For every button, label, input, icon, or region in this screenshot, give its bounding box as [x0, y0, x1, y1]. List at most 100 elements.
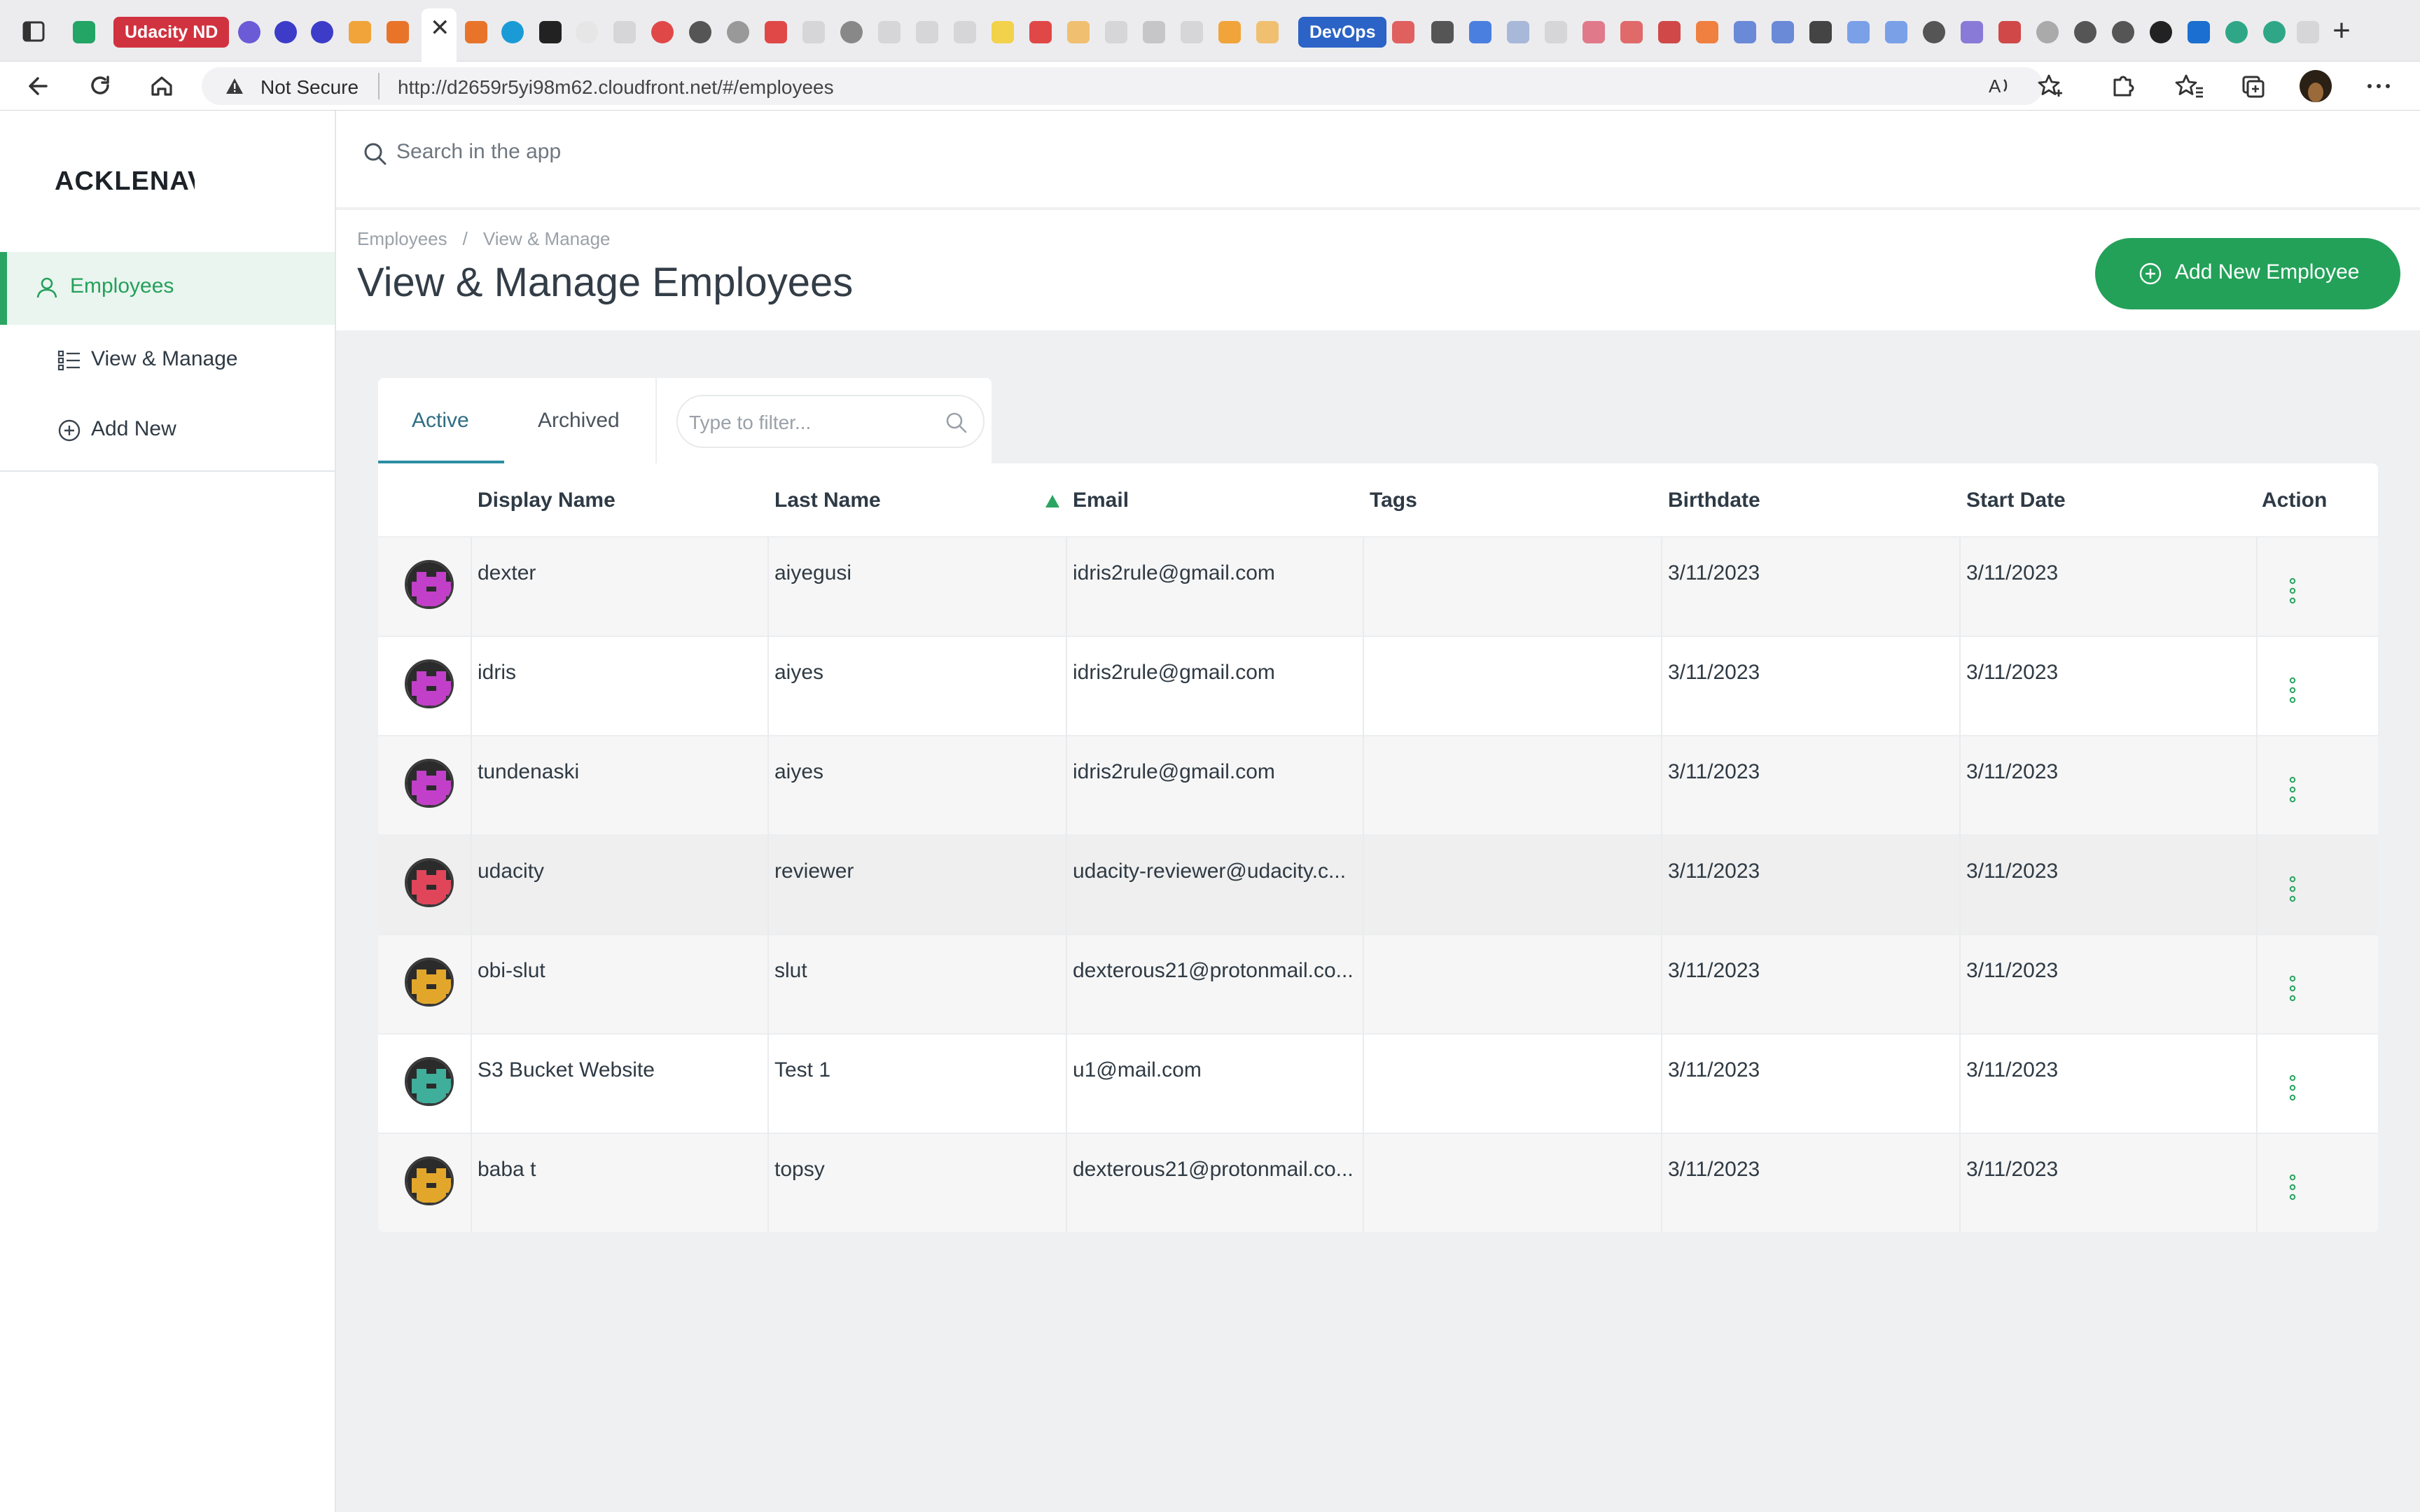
table-row[interactable]: tundenaski aiyes idris2rule@gmail.com 3/11/… [378, 736, 2378, 836]
tab-archived[interactable]: Archived [511, 378, 651, 463]
sidebar-toggle-icon[interactable] [22, 21, 45, 42]
aws-tab-icon[interactable] [1218, 21, 1241, 43]
sort-ascending-icon[interactable] [1045, 494, 1060, 508]
udacity-tab-icon[interactable] [501, 21, 524, 43]
tab-icon[interactable] [1847, 21, 1870, 43]
new-tab-button[interactable]: + [2328, 15, 2356, 46]
github-tab-icon[interactable] [689, 21, 711, 43]
github-tab-icon[interactable] [2112, 21, 2134, 43]
tab-icon[interactable] [1696, 21, 1718, 43]
document-tab-icon[interactable] [802, 21, 825, 43]
gmail-tab-icon[interactable] [1392, 21, 1414, 43]
tab-icon[interactable] [1998, 21, 2021, 43]
tab-icon[interactable] [1620, 21, 1643, 43]
avatar[interactable] [405, 560, 454, 609]
tab-icon[interactable] [1431, 21, 1454, 43]
document-tab-icon[interactable] [1181, 21, 1203, 43]
extensions-icon[interactable] [2106, 70, 2139, 102]
table-row[interactable]: idris aiyes idris2rule@gmail.com 3/11/2023 3… [378, 637, 2378, 736]
document-tab-icon[interactable] [1105, 21, 1127, 43]
table-row[interactable]: S3 Bucket Website Test 1 u1@mail.com 3/11/2… [378, 1035, 2378, 1134]
profile-avatar[interactable] [2300, 70, 2332, 102]
udacity-tab-icon[interactable] [311, 21, 333, 43]
warning-icon[interactable] [225, 78, 244, 94]
row-actions-kebab-icon[interactable] [2288, 577, 2297, 605]
document-tab-icon[interactable] [916, 21, 938, 43]
column-header-birthdate[interactable]: Birthdate [1668, 489, 1760, 512]
table-row[interactable]: udacity reviewer udacity-reviewer@udacity.… [378, 836, 2378, 935]
favorite-add-icon[interactable] [2035, 70, 2067, 102]
udacity-tab-group[interactable]: Udacity ND [113, 17, 230, 48]
tab-icon[interactable] [1885, 21, 1907, 43]
avatar[interactable] [405, 1156, 454, 1205]
more-options-icon[interactable] [2363, 70, 2395, 102]
record-tab-icon[interactable] [651, 21, 674, 43]
reload-icon[interactable] [84, 70, 116, 102]
udacity-tab-icon[interactable] [274, 21, 297, 43]
avatar[interactable] [405, 659, 454, 708]
devops-tab-group[interactable]: DevOps [1298, 17, 1387, 48]
table-row[interactable]: baba t topsy dexterous21@protonmail.co... 3… [378, 1134, 2378, 1232]
settings-tab-icon[interactable] [2036, 21, 2059, 43]
tab-icon[interactable] [1772, 21, 1794, 43]
search-icon[interactable] [944, 410, 969, 435]
sidebar-item-view-manage[interactable]: View & Manage [0, 325, 335, 398]
tab-icon[interactable] [1256, 21, 1279, 43]
avatar[interactable] [405, 858, 454, 907]
chatgpt-tab-icon[interactable] [2263, 21, 2286, 43]
filter-input[interactable]: Type to filter... [676, 395, 985, 448]
avatar[interactable] [405, 958, 454, 1007]
avatar[interactable] [405, 759, 454, 808]
app-search-bar[interactable]: Search in the app [336, 111, 2420, 209]
aws-tab-icon[interactable] [465, 21, 487, 43]
row-actions-kebab-icon[interactable] [2288, 1173, 2297, 1201]
document-tab-icon[interactable] [878, 21, 900, 43]
breadcrumb-item-employees[interactable]: Employees [357, 228, 447, 249]
column-header-display-name[interactable]: Display Name [478, 489, 616, 512]
tab-icon[interactable] [840, 21, 863, 43]
collections-icon[interactable] [2237, 70, 2269, 102]
tab-icon[interactable] [1734, 21, 1756, 43]
row-actions-kebab-icon[interactable] [2288, 974, 2297, 1002]
aws-tab-icon[interactable] [349, 21, 371, 43]
column-header-start-date[interactable]: Start Date [1966, 489, 2066, 512]
tab-icon[interactable] [1658, 21, 1681, 43]
row-actions-kebab-icon[interactable] [2288, 875, 2297, 903]
add-new-employee-button[interactable]: Add New Employee [2095, 238, 2400, 309]
terminal-tab-icon[interactable] [1809, 21, 1832, 43]
tab-icon[interactable] [1067, 21, 1090, 43]
close-tab-icon[interactable]: ✕ [430, 15, 450, 41]
aws-tab-icon[interactable] [387, 21, 409, 43]
youtube-tab-icon[interactable] [1029, 21, 1052, 43]
table-row[interactable]: obi-slut slut dexterous21@protonmail.co...… [378, 935, 2378, 1035]
company-logo[interactable]: ACKLENAVENUE [55, 167, 195, 197]
url-text[interactable]: http://d2659r5yi98m62.cloudfront.net/#/e… [398, 76, 834, 99]
back-arrow-icon[interactable] [22, 70, 55, 102]
address-bar[interactable]: Not Secure http://d2659r5yi98m62.cloudfr… [202, 67, 2043, 105]
document-tab-icon[interactable] [1545, 21, 1567, 43]
tab-icon[interactable] [1507, 21, 1529, 43]
docs-tab-icon[interactable] [1469, 21, 1491, 43]
document-tab-icon[interactable] [954, 21, 976, 43]
github-tab-icon[interactable] [2074, 21, 2096, 43]
udacity-tab-icon[interactable] [238, 21, 260, 43]
tab-icon[interactable] [1583, 21, 1605, 43]
read-aloud-icon[interactable]: A [1983, 70, 2015, 102]
search-input[interactable]: Search in the app [396, 140, 561, 164]
not-secure-label[interactable]: Not Secure [260, 76, 359, 99]
tab-icon[interactable] [727, 21, 749, 43]
chatgpt-tab-icon[interactable] [2225, 21, 2248, 43]
tab-icon[interactable] [992, 21, 1014, 43]
document-tab-icon[interactable] [613, 21, 636, 43]
tab-icon[interactable] [1961, 21, 1983, 43]
row-actions-kebab-icon[interactable] [2288, 676, 2297, 704]
sidebar-item-add-new[interactable]: Add New [0, 395, 335, 468]
row-actions-kebab-icon[interactable] [2288, 1074, 2297, 1102]
tab-active[interactable]: Active [378, 378, 504, 463]
home-icon[interactable] [146, 70, 178, 102]
favorites-icon[interactable] [2174, 70, 2206, 102]
youtube-tab-icon[interactable] [765, 21, 787, 43]
document-tab-icon[interactable] [2297, 21, 2319, 43]
document-tab-icon[interactable] [1143, 21, 1165, 43]
sheets-tab-icon[interactable] [73, 21, 95, 43]
